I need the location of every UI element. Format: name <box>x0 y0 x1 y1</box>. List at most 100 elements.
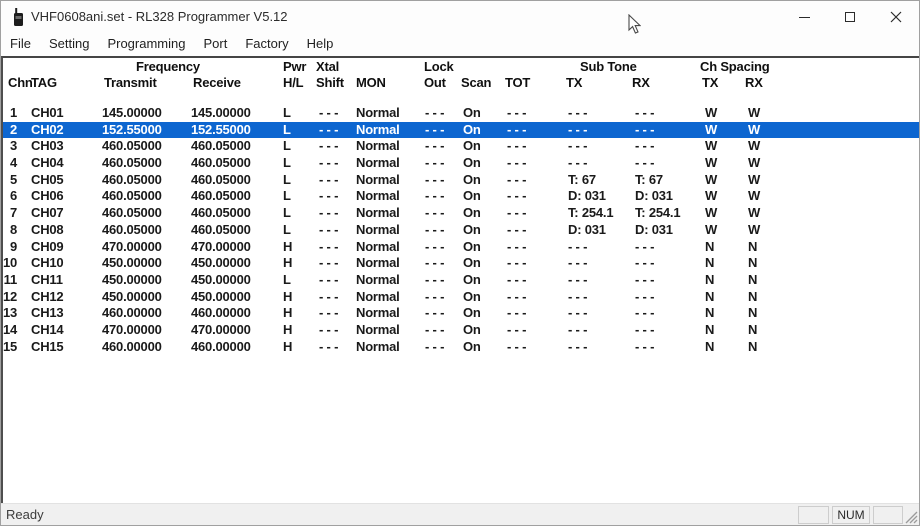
cell-chn: 9 <box>3 239 17 256</box>
cell-pwr: H <box>283 339 292 356</box>
cell-subtone-tx: - - - <box>568 255 587 272</box>
menu-item-port[interactable]: Port <box>194 33 236 55</box>
app-window: VHF0608ani.set - RL328 Programmer V5.12 … <box>0 0 920 526</box>
channel-row-ch12[interactable]: 12CH12450.00000450.00000H- - -Normal- - … <box>3 289 919 306</box>
column-header-out: Out <box>424 75 446 91</box>
cell-transmit: 152.55000 <box>102 122 162 139</box>
cell-out: - - - <box>425 305 444 322</box>
cell-chspacing-tx: W <box>705 222 717 239</box>
menu-item-setting[interactable]: Setting <box>40 33 98 55</box>
cell-tag: CH02 <box>31 122 63 139</box>
menu-bar: FileSettingProgrammingPortFactoryHelp <box>1 33 919 56</box>
channel-row-ch08[interactable]: 8CH08460.05000460.05000L- - -Normal- - -… <box>3 222 919 239</box>
cell-pwr: H <box>283 305 292 322</box>
channel-row-ch01[interactable]: 1CH01145.00000145.00000L- - -Normal- - -… <box>3 105 919 122</box>
column-group-xtal: Xtal <box>316 59 339 75</box>
channel-row-ch03[interactable]: 3CH03460.05000460.05000L- - -Normal- - -… <box>3 138 919 155</box>
channel-row-ch15[interactable]: 15CH15460.00000460.00000H- - -Normal- - … <box>3 339 919 356</box>
channel-row-ch09[interactable]: 9CH09470.00000470.00000H- - -Normal- - -… <box>3 239 919 256</box>
cell-pwr: L <box>283 188 291 205</box>
cell-tag: CH14 <box>31 322 63 339</box>
cell-chspacing-tx: W <box>705 172 717 189</box>
cell-chn: 5 <box>3 172 17 189</box>
minimize-button[interactable] <box>781 1 827 33</box>
cell-subtone-tx: - - - <box>568 272 587 289</box>
cell-subtone-rx: T: 254.1 <box>635 205 680 222</box>
cell-pwr: L <box>283 272 291 289</box>
cell-subtone-tx: T: 254.1 <box>568 205 613 222</box>
cell-pwr: L <box>283 138 291 155</box>
cell-mon: Normal <box>356 222 400 239</box>
cell-pwr: L <box>283 222 291 239</box>
cell-chn: 2 <box>3 122 17 139</box>
cell-chspacing-rx: N <box>748 322 757 339</box>
cell-receive: 460.05000 <box>191 205 251 222</box>
menu-item-file[interactable]: File <box>1 33 40 55</box>
channel-row-ch04[interactable]: 4CH04460.05000460.05000L- - -Normal- - -… <box>3 155 919 172</box>
cell-mon: Normal <box>356 155 400 172</box>
cell-chn: 4 <box>3 155 17 172</box>
column-header-receive: Receive <box>193 75 241 91</box>
column-header-tot: TOT <box>505 75 530 91</box>
cell-tot: - - - <box>507 289 526 306</box>
cell-out: - - - <box>425 272 444 289</box>
resize-grip-icon[interactable] <box>905 511 918 524</box>
cell-shift: - - - <box>319 339 338 356</box>
cell-subtone-tx: - - - <box>568 155 587 172</box>
cell-receive: 460.00000 <box>191 339 251 356</box>
cell-pwr: H <box>283 255 292 272</box>
channel-row-ch14[interactable]: 14CH14470.00000470.00000H- - -Normal- - … <box>3 322 919 339</box>
channel-row-ch02[interactable]: 2CH02152.55000152.55000L- - -Normal- - -… <box>3 122 919 139</box>
cell-pwr: H <box>283 239 292 256</box>
channel-row-ch06[interactable]: 6CH06460.05000460.05000L- - -Normal- - -… <box>3 188 919 205</box>
cell-receive: 460.05000 <box>191 188 251 205</box>
cell-chspacing-rx: W <box>748 138 760 155</box>
cell-subtone-rx: - - - <box>635 272 654 289</box>
channel-row-ch05[interactable]: 5CH05460.05000460.05000L- - -Normal- - -… <box>3 172 919 189</box>
maximize-button[interactable] <box>827 1 873 33</box>
channel-row-ch11[interactable]: 11CH11450.00000450.00000L- - -Normal- - … <box>3 272 919 289</box>
close-button[interactable] <box>873 1 919 33</box>
cell-shift: - - - <box>319 272 338 289</box>
channel-row-ch07[interactable]: 7CH07460.05000460.05000L- - -Normal- - -… <box>3 205 919 222</box>
cell-chspacing-rx: N <box>748 289 757 306</box>
menu-item-help[interactable]: Help <box>298 33 343 55</box>
cell-transmit: 460.05000 <box>102 138 162 155</box>
cell-chspacing-rx: W <box>748 205 760 222</box>
cell-mon: Normal <box>356 205 400 222</box>
cell-receive: 152.55000 <box>191 122 251 139</box>
cell-tag: CH15 <box>31 339 63 356</box>
menu-item-factory[interactable]: Factory <box>236 33 297 55</box>
cell-transmit: 470.00000 <box>102 322 162 339</box>
title-bar[interactable]: VHF0608ani.set - RL328 Programmer V5.12 <box>1 1 919 33</box>
cell-chn: 3 <box>3 138 17 155</box>
cell-chspacing-tx: W <box>705 105 717 122</box>
cell-tot: - - - <box>507 272 526 289</box>
cell-mon: Normal <box>356 122 400 139</box>
cell-out: - - - <box>425 322 444 339</box>
channel-row-ch10[interactable]: 10CH10450.00000450.00000H- - -Normal- - … <box>3 255 919 272</box>
cell-chspacing-rx: N <box>748 272 757 289</box>
column-header-transmit: Transmit <box>104 75 157 91</box>
column-header-pwr: H/L <box>283 75 303 91</box>
cell-subtone-rx: - - - <box>635 305 654 322</box>
channel-row-ch13[interactable]: 13CH13460.00000460.00000H- - -Normal- - … <box>3 305 919 322</box>
menu-item-programming[interactable]: Programming <box>98 33 194 55</box>
cell-chspacing-rx: W <box>748 172 760 189</box>
cell-tag: CH01 <box>31 105 63 122</box>
cell-subtone-tx: - - - <box>568 305 587 322</box>
column-group-ch-spacing: Ch Spacing <box>700 59 770 75</box>
cell-tot: - - - <box>507 239 526 256</box>
cell-mon: Normal <box>356 172 400 189</box>
cell-subtone-tx: D: 031 <box>568 188 606 205</box>
status-pane-empty-1 <box>798 506 829 524</box>
cell-scan: On <box>463 205 481 222</box>
cell-chn: 15 <box>3 339 17 356</box>
cell-transmit: 460.00000 <box>102 339 162 356</box>
cell-chspacing-rx: W <box>748 155 760 172</box>
cell-tag: CH04 <box>31 155 63 172</box>
cell-tag: CH12 <box>31 289 63 306</box>
cell-shift: - - - <box>319 322 338 339</box>
cell-chn: 7 <box>3 205 17 222</box>
cell-subtone-rx: - - - <box>635 289 654 306</box>
